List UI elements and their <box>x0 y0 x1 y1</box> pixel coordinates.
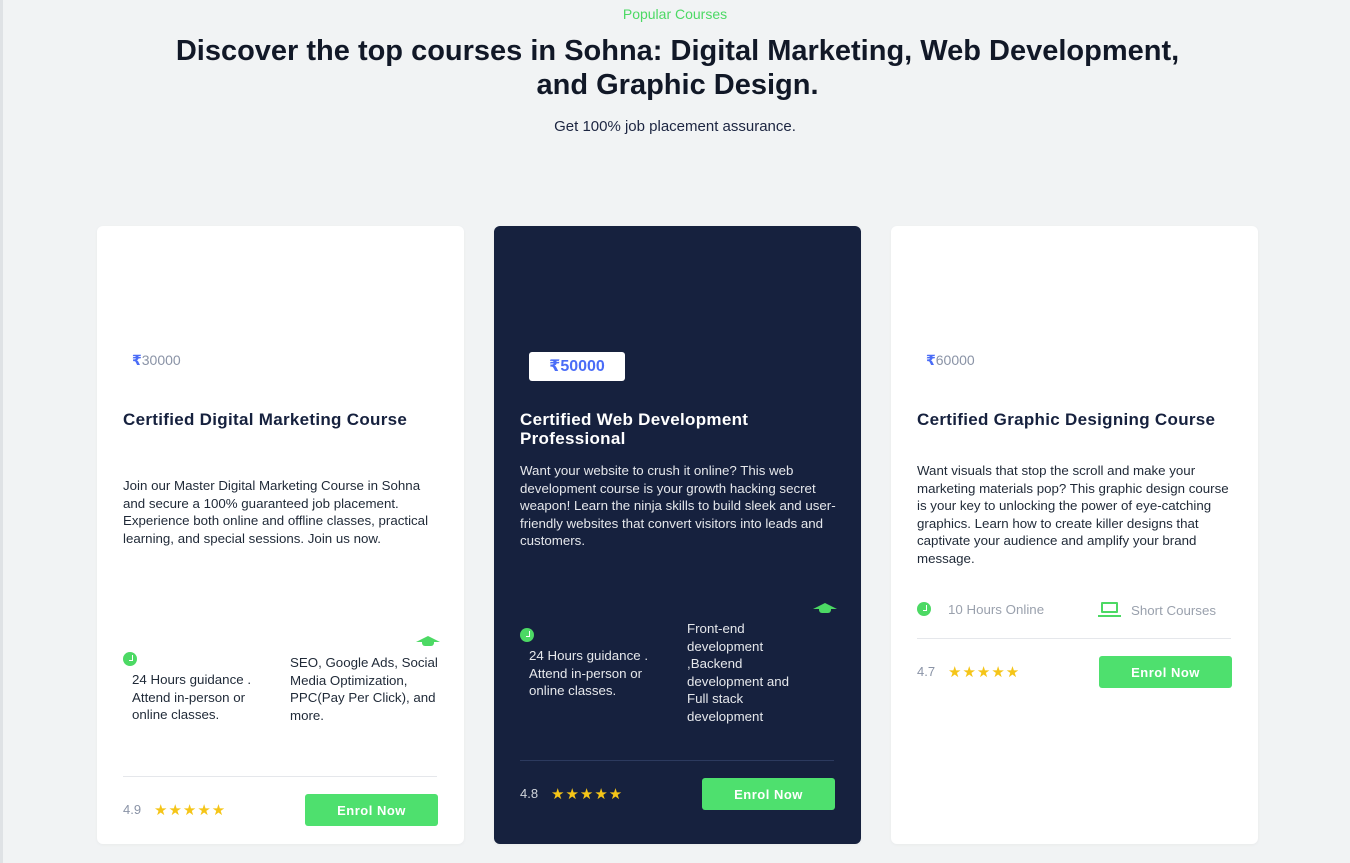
clock-icon <box>123 652 137 666</box>
guidance-text: 24 Hours guidance . Attend in-person or … <box>529 648 649 699</box>
course-card-graphic-design: ₹60000 Certified Graphic Designing Cours… <box>891 226 1258 844</box>
price-value: 60000 <box>935 352 975 368</box>
rupee-symbol: ₹ <box>926 352 936 368</box>
course-title: Certified Graphic Designing Course <box>917 410 1216 429</box>
course-title: Certified Web Development Professional <box>520 410 749 448</box>
clock-icon <box>917 602 931 616</box>
divider <box>520 760 834 761</box>
rating-stars-icon: ★★★★★ <box>154 802 227 819</box>
rating-value: 4.9 <box>123 802 142 817</box>
section-eyebrow: Popular Courses <box>622 6 728 22</box>
duration-text: 10 Hours Online <box>948 602 1045 617</box>
course-title: Certified Digital Marketing Course <box>123 410 408 429</box>
course-price: ₹50000 <box>529 352 625 381</box>
course-description: Want visuals that stop the scroll and ma… <box>917 463 1229 566</box>
rating-stars-icon: ★★★★★ <box>551 786 624 803</box>
course-card-digital-marketing: ₹30000 Certified Digital Marketing Cours… <box>97 226 464 844</box>
topics-text: Front-end development ,Backend developme… <box>687 621 790 724</box>
topics-text: SEO, Google Ads, Social Media Optimizati… <box>290 655 438 723</box>
course-card-web-development: ₹50000 Certified Web Development Profess… <box>494 226 861 844</box>
section-heading: Discover the top courses in Sohna: Digit… <box>175 35 1180 101</box>
divider <box>123 776 437 777</box>
rupee-symbol: ₹ <box>132 352 142 368</box>
rating-value: 4.7 <box>917 664 936 679</box>
rupee-symbol: ₹ <box>549 358 561 375</box>
course-description: Join our Master Digital Marketing Course… <box>123 478 429 546</box>
price-value: 50000 <box>560 358 605 375</box>
price-value: 30000 <box>141 352 181 368</box>
rating-stars-icon: ★★★★★ <box>948 664 1021 681</box>
enrol-now-button[interactable]: Enrol Now <box>305 794 438 826</box>
course-price: ₹30000 <box>132 352 181 369</box>
enrol-now-button[interactable]: Enrol Now <box>702 778 835 810</box>
course-price: ₹60000 <box>926 352 975 369</box>
rating-value: 4.8 <box>520 786 539 801</box>
section-subheading: Get 100% job placement assurance. <box>554 118 796 135</box>
guidance-text: 24 Hours guidance . Attend in-person or … <box>132 672 252 723</box>
clock-icon <box>520 628 534 642</box>
enrol-now-button[interactable]: Enrol Now <box>1099 656 1232 688</box>
laptop-icon <box>1098 602 1121 617</box>
course-description: Want your website to crush it online? Th… <box>520 463 836 549</box>
graduation-cap-icon <box>416 636 440 646</box>
format-text: Short Courses <box>1131 603 1216 618</box>
graduation-cap-icon <box>813 603 837 613</box>
divider <box>917 638 1231 639</box>
